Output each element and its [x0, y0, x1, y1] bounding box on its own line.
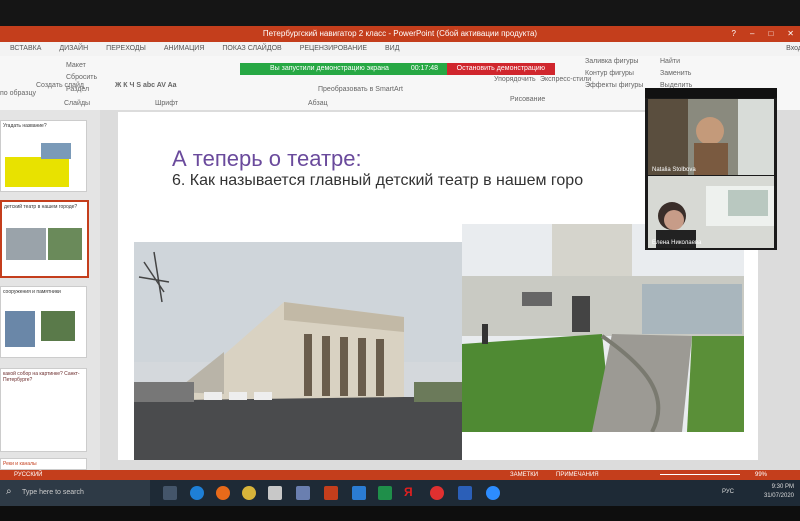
- language-indicator[interactable]: РУССКИЙ: [14, 470, 42, 480]
- signin-link[interactable]: Вход: [786, 42, 800, 56]
- taskbar-search-box[interactable]: Type here to search: [0, 480, 150, 506]
- participant-video[interactable]: Natalia Stolbova: [648, 99, 774, 175]
- tab-animation[interactable]: АНИМАЦИЯ: [164, 42, 205, 56]
- shape-effects-button[interactable]: Эффекты фигуры: [585, 82, 643, 89]
- yandex-browser-icon[interactable]: [430, 486, 444, 500]
- slide-thumbnail[interactable]: Угадать название?: [0, 120, 87, 192]
- tab-transitions[interactable]: ПЕРЕХОДЫ: [106, 42, 146, 56]
- thumbnail-image: [41, 143, 71, 159]
- tab-insert[interactable]: ВСТАВКА: [10, 42, 41, 56]
- screen-top-edge: [0, 0, 800, 26]
- monitor-bezel-bottom: [0, 506, 800, 521]
- screen: Петербургский навигатор 2 класс - PowerP…: [0, 0, 800, 521]
- status-bar: РУССКИЙ ЗАМЕТКИ ПРИМЕЧАНИЯ 99%: [0, 470, 800, 480]
- thumbnail-title: Угадать название?: [3, 123, 47, 129]
- system-clock[interactable]: 9:30 PM 31/07/2020: [764, 483, 794, 501]
- task-view-icon[interactable]: [163, 486, 177, 500]
- shape-fill-button[interactable]: Заливка фигуры: [585, 58, 638, 65]
- yandex-icon[interactable]: Я: [404, 485, 418, 499]
- stop-share-button[interactable]: Остановить демонстрацию: [446, 63, 555, 75]
- thumbnail-image: [48, 228, 82, 260]
- mail-icon[interactable]: [352, 486, 366, 500]
- shape-outline-button[interactable]: Контур фигуры: [585, 70, 634, 77]
- slide-thumbnail[interactable]: какой собор на картинке? Санкт-Петербург…: [0, 368, 87, 452]
- thumbnail-title: какой собор на картинке? Санкт-Петербург…: [3, 371, 80, 383]
- thumbnail-title: детский театр в нашем городе?: [4, 204, 78, 210]
- notes-button[interactable]: ЗАМЕТКИ: [510, 470, 538, 480]
- smartart-button[interactable]: Преобразовать в SmartArt: [318, 86, 403, 93]
- slide-thumbnail-pane: Угадать название? детский театр в нашем …: [0, 110, 100, 470]
- thumbnail-title: Реки и каналы: [3, 461, 37, 467]
- help-icon[interactable]: ?: [732, 26, 736, 42]
- firefox-icon[interactable]: [216, 486, 230, 500]
- excel-icon[interactable]: [378, 486, 392, 500]
- slide-thumbnail-selected[interactable]: детский театр в нашем городе?: [0, 200, 89, 278]
- slide-thumbnail[interactable]: Реки и каналы: [0, 458, 87, 470]
- slide-question[interactable]: 6. Как называется главный детский театр …: [172, 172, 583, 190]
- window-titlebar: Петербургский навигатор 2 класс - PowerP…: [0, 26, 800, 42]
- chrome-icon[interactable]: [242, 486, 256, 500]
- comments-button[interactable]: ПРИМЕЧАНИЯ: [556, 470, 599, 480]
- tab-slideshow[interactable]: ПОКАЗ СЛАЙДОВ: [222, 42, 281, 56]
- window-controls: ? – □ ✕: [732, 26, 794, 42]
- participant-name: Natalia Stolbova: [652, 167, 696, 173]
- search-icon: ⌕: [6, 486, 12, 497]
- powerpoint-icon[interactable]: [324, 486, 338, 500]
- zoom-level[interactable]: 99%: [755, 470, 767, 480]
- thumbnail-image: [5, 311, 35, 347]
- replace-button[interactable]: Заменить: [660, 70, 691, 77]
- group-font-label: Шрифт: [155, 100, 179, 107]
- theatre-photo-left[interactable]: [134, 242, 462, 460]
- quick-styles-button[interactable]: Экспресс-стили: [540, 76, 591, 83]
- tab-view[interactable]: ВИД: [385, 42, 399, 56]
- ribbon-tabs: ВСТАВКА ДИЗАЙН ПЕРЕХОДЫ АНИМАЦИЯ ПОКАЗ С…: [0, 42, 800, 56]
- thumbnail-image: [41, 311, 75, 341]
- windows-taskbar: Type here to search ⌕ Я РУС 9:30 PM 31/0…: [0, 480, 800, 506]
- arrange-button[interactable]: Упорядочить: [494, 76, 536, 83]
- edge-icon[interactable]: [190, 486, 204, 500]
- group-drawing-label: Рисование: [510, 96, 546, 103]
- theatre-photo-right[interactable]: [462, 224, 744, 432]
- thumbnail-yellow-box: [5, 157, 69, 187]
- tab-review[interactable]: РЕЦЕНЗИРОВАНИЕ: [300, 42, 367, 56]
- store-icon[interactable]: [268, 486, 282, 500]
- participant-video[interactable]: Елена Николаева: [648, 176, 774, 248]
- group-slides-label: Слайды: [64, 100, 91, 107]
- clock-time: 9:30 PM: [771, 484, 794, 490]
- zoom-icon[interactable]: [486, 486, 500, 500]
- reset-button[interactable]: Сбросить: [66, 74, 97, 81]
- thumbnail-image: [6, 228, 46, 260]
- slide-thumbnail[interactable]: сооружения и памятники: [0, 286, 87, 358]
- explorer-icon[interactable]: [296, 486, 310, 500]
- clock-date: 31/07/2020: [763, 493, 794, 499]
- input-language[interactable]: РУС: [722, 489, 734, 495]
- new-slide-button[interactable]: Создать слайд: [36, 82, 84, 89]
- group-paragraph-label: Абзац: [308, 100, 328, 107]
- tab-design[interactable]: ДИЗАЙН: [59, 42, 88, 56]
- share-timer: 00:17:48: [410, 65, 439, 72]
- video-panel-header: [645, 88, 777, 98]
- video-participants-panel: Natalia Stolbova Елена Николаева: [645, 88, 777, 250]
- search-placeholder: Type here to search: [22, 489, 84, 496]
- close-icon[interactable]: ✕: [787, 26, 794, 42]
- format-painter-button[interactable]: по образцу: [0, 90, 36, 97]
- thumbnail-title: сооружения и памятники: [3, 289, 61, 295]
- font-format-buttons[interactable]: Ж К Ч S abc AV Aa: [115, 82, 177, 89]
- screen-share-bar: Вы запустили демонстрацию экрана 00:17:4…: [240, 63, 555, 75]
- minimize-icon[interactable]: –: [750, 26, 754, 42]
- participant-name: Елена Николаева: [652, 240, 702, 246]
- zoom-slider[interactable]: [660, 474, 740, 475]
- slide-title[interactable]: А теперь о театре:: [172, 146, 362, 172]
- share-status-text: Вы запустили демонстрацию экрана: [270, 65, 389, 72]
- layout-button[interactable]: Макет: [66, 62, 86, 69]
- word-icon[interactable]: [458, 486, 472, 500]
- share-message: Вы запустили демонстрацию экрана 00:17:4…: [240, 63, 447, 75]
- maximize-icon[interactable]: □: [768, 26, 773, 42]
- window-title: Петербургский навигатор 2 класс - PowerP…: [262, 29, 538, 38]
- find-button[interactable]: Найти: [660, 58, 680, 65]
